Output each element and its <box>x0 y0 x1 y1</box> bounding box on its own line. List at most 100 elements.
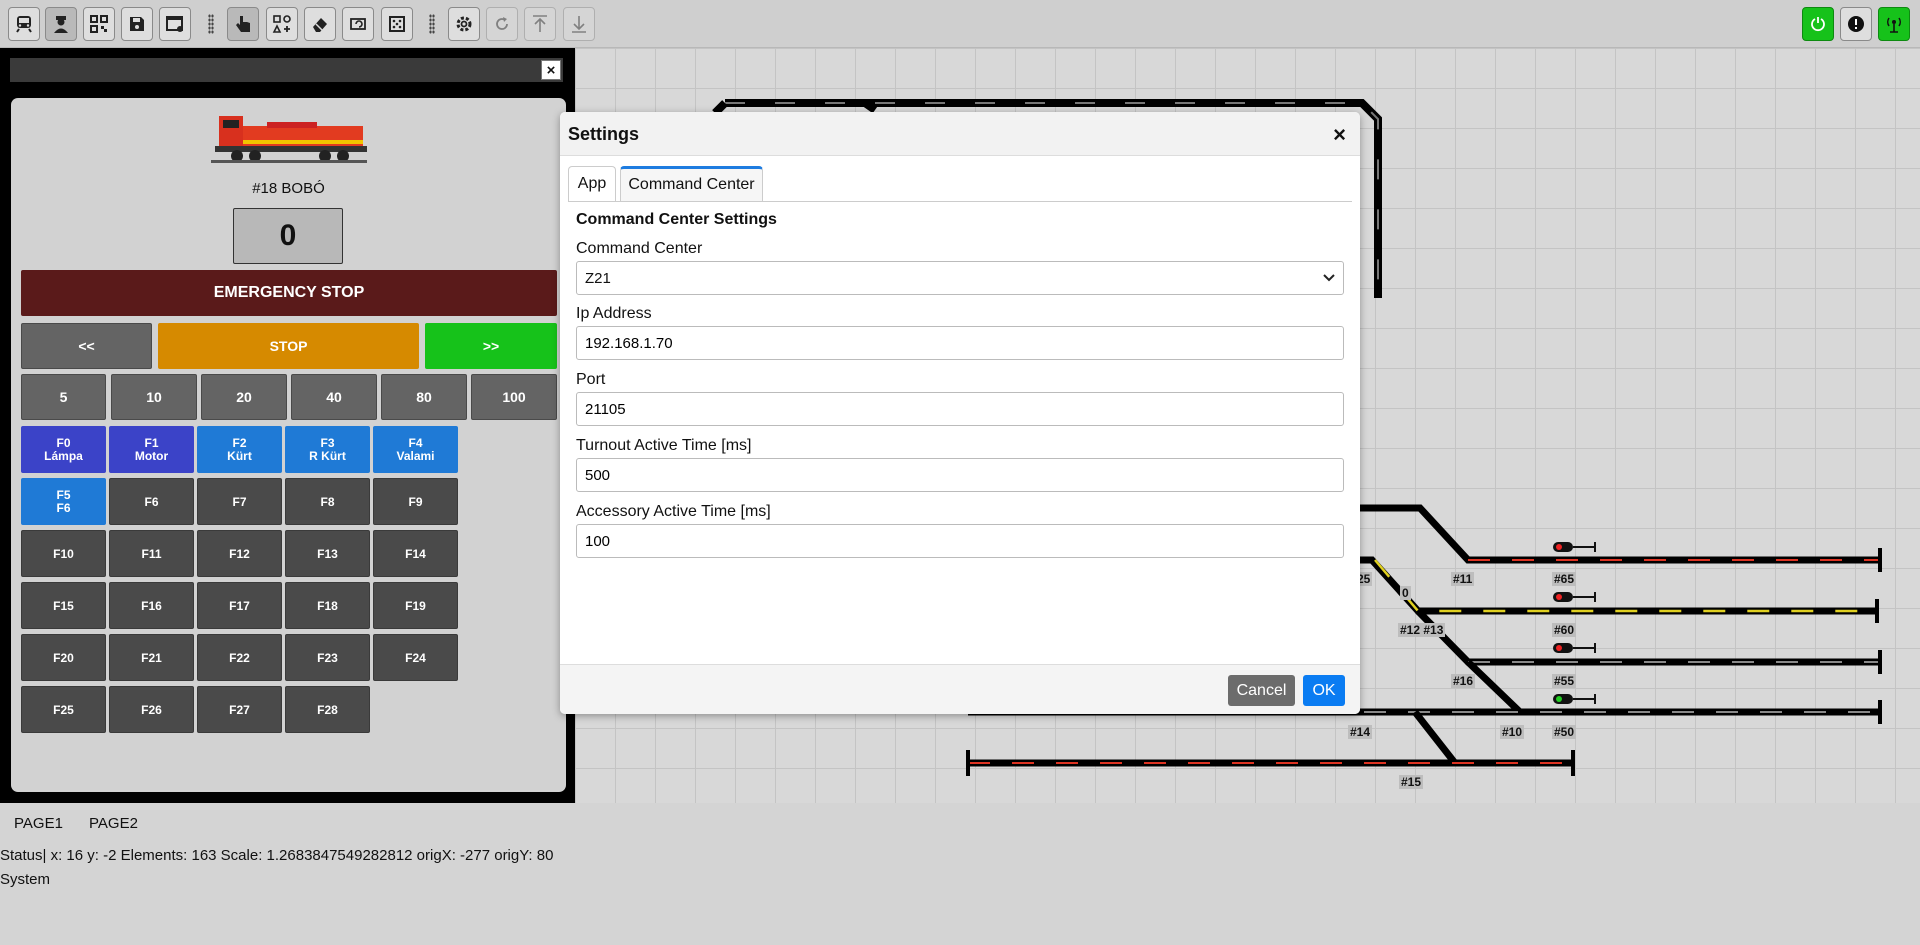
train-icon[interactable] <box>8 7 40 41</box>
speed-step-button[interactable]: 20 <box>201 374 287 420</box>
track-label: #14 <box>1348 725 1373 739</box>
rotate-box-icon[interactable] <box>342 7 374 41</box>
function-button-f6[interactable]: F6 <box>109 478 194 525</box>
function-button-f9[interactable]: F9 <box>373 478 458 525</box>
function-label: R Kürt <box>309 448 346 463</box>
function-key: F18 <box>317 598 338 613</box>
function-key: F28 <box>317 702 338 717</box>
gear-icon[interactable] <box>448 7 480 41</box>
arrow-down-icon[interactable] <box>563 7 595 41</box>
function-button-f13[interactable]: F13 <box>285 530 370 577</box>
function-key: F6 <box>144 494 159 509</box>
function-button-f17[interactable]: F17 <box>197 582 282 629</box>
function-label: Valami <box>396 448 435 463</box>
arrow-up-icon[interactable] <box>524 7 556 41</box>
track-label: 0 <box>1400 586 1411 600</box>
power-icon[interactable] <box>1802 7 1834 41</box>
function-button-f14[interactable]: F14 <box>373 530 458 577</box>
emergency-stop-button[interactable]: EMERGENCY STOP <box>21 270 557 316</box>
engineer-icon[interactable] <box>45 7 77 41</box>
function-button-f19[interactable]: F19 <box>373 582 458 629</box>
status-bar: Status| x: 16 y: -2 Elements: 163 Scale:… <box>0 844 553 892</box>
port-input[interactable] <box>576 392 1344 426</box>
speed-step-button[interactable]: 40 <box>291 374 377 420</box>
function-button-f24[interactable]: F24 <box>373 634 458 681</box>
dialog-footer: Cancel OK <box>560 664 1360 714</box>
function-button-f18[interactable]: F18 <box>285 582 370 629</box>
reverse-button[interactable]: << <box>21 323 152 369</box>
throttle-panel: × #18 BOBÓ 0 EMERGENCY STOP << STOP >> 5… <box>0 48 575 803</box>
function-key: F26 <box>141 702 162 717</box>
dice-icon[interactable] <box>381 7 413 41</box>
function-button-f22[interactable]: F22 <box>197 634 282 681</box>
refresh-icon[interactable] <box>486 7 518 41</box>
command-center-value: Z21 <box>585 269 611 287</box>
ok-button[interactable]: OK <box>1303 675 1345 706</box>
function-key: F16 <box>141 598 162 613</box>
antenna-icon[interactable] <box>1878 7 1910 41</box>
function-label: Motor <box>134 448 169 463</box>
function-button-f27[interactable]: F27 <box>197 686 282 733</box>
tab-page1[interactable]: PAGE1 <box>14 815 74 832</box>
function-button-f1[interactable]: F1 Motor <box>109 426 194 473</box>
status-line: System <box>0 871 51 888</box>
speed-step-button[interactable]: 80 <box>381 374 467 420</box>
function-key: F13 <box>317 546 338 561</box>
close-icon[interactable]: × <box>1333 122 1346 148</box>
function-button-f12[interactable]: F12 <box>197 530 282 577</box>
speed-step-button[interactable]: 5 <box>21 374 106 420</box>
speed-step-button[interactable]: 10 <box>111 374 197 420</box>
function-key: F8 <box>320 494 335 509</box>
track-label: #55 <box>1552 674 1577 688</box>
speed-display: 0 <box>233 208 343 264</box>
tab-page2[interactable]: PAGE2 <box>89 815 149 832</box>
function-button-f23[interactable]: F23 <box>285 634 370 681</box>
dialog-title: Settings <box>568 124 640 144</box>
hand-pointer-icon[interactable] <box>227 7 259 41</box>
forward-button[interactable]: >> <box>425 323 557 369</box>
function-button-f7[interactable]: F7 <box>197 478 282 525</box>
command-center-select[interactable]: Z21 <box>576 261 1344 295</box>
cancel-button[interactable]: Cancel <box>1228 675 1295 706</box>
alert-icon[interactable] <box>1840 7 1872 41</box>
tab-command-center[interactable]: Command Center <box>620 166 763 201</box>
turnout-time-input[interactable] <box>576 458 1344 492</box>
add-shapes-icon[interactable] <box>266 7 298 41</box>
function-key: F21 <box>141 650 162 665</box>
function-button-f26[interactable]: F26 <box>109 686 194 733</box>
function-button-f11[interactable]: F11 <box>109 530 194 577</box>
function-button-f21[interactable]: F21 <box>109 634 194 681</box>
ip-address-input[interactable] <box>576 326 1344 360</box>
function-button-f28[interactable]: F28 <box>285 686 370 733</box>
function-button-f20[interactable]: F20 <box>21 634 106 681</box>
function-button-f2[interactable]: F2 Kürt <box>197 426 282 473</box>
stop-button[interactable]: STOP <box>158 323 419 369</box>
save-icon[interactable] <box>121 7 153 41</box>
function-button-f0[interactable]: F0 Lámpa <box>21 426 106 473</box>
qr-icon[interactable] <box>83 7 115 41</box>
track-label: #60 <box>1552 623 1577 637</box>
function-button-f15[interactable]: F15 <box>21 582 106 629</box>
function-key: F25 <box>53 702 74 717</box>
function-button-f5[interactable]: F5 F6 <box>21 478 106 525</box>
eraser-icon[interactable] <box>304 7 336 41</box>
function-button-f25[interactable]: F25 <box>21 686 106 733</box>
function-label: Lámpa <box>44 448 83 463</box>
function-key: F27 <box>229 702 250 717</box>
track-label: #50 <box>1552 725 1577 739</box>
function-button-f16[interactable]: F16 <box>109 582 194 629</box>
function-key: F1 <box>144 435 159 450</box>
window-settings-icon[interactable] <box>159 7 191 41</box>
close-icon[interactable]: × <box>541 60 561 80</box>
ip-address-label: Ip Address <box>576 305 652 322</box>
dialog-header: Settings × <box>560 112 1360 156</box>
function-button-f8[interactable]: F8 <box>285 478 370 525</box>
speed-step-button[interactable]: 100 <box>471 374 557 420</box>
function-button-f4[interactable]: F4 Valami <box>373 426 458 473</box>
function-key: F22 <box>229 650 250 665</box>
function-button-f10[interactable]: F10 <box>21 530 106 577</box>
function-key: F3 <box>320 435 335 450</box>
function-button-f3[interactable]: F3 R Kürt <box>285 426 370 473</box>
accessory-time-input[interactable] <box>576 524 1344 558</box>
tab-app[interactable]: App <box>568 166 616 201</box>
